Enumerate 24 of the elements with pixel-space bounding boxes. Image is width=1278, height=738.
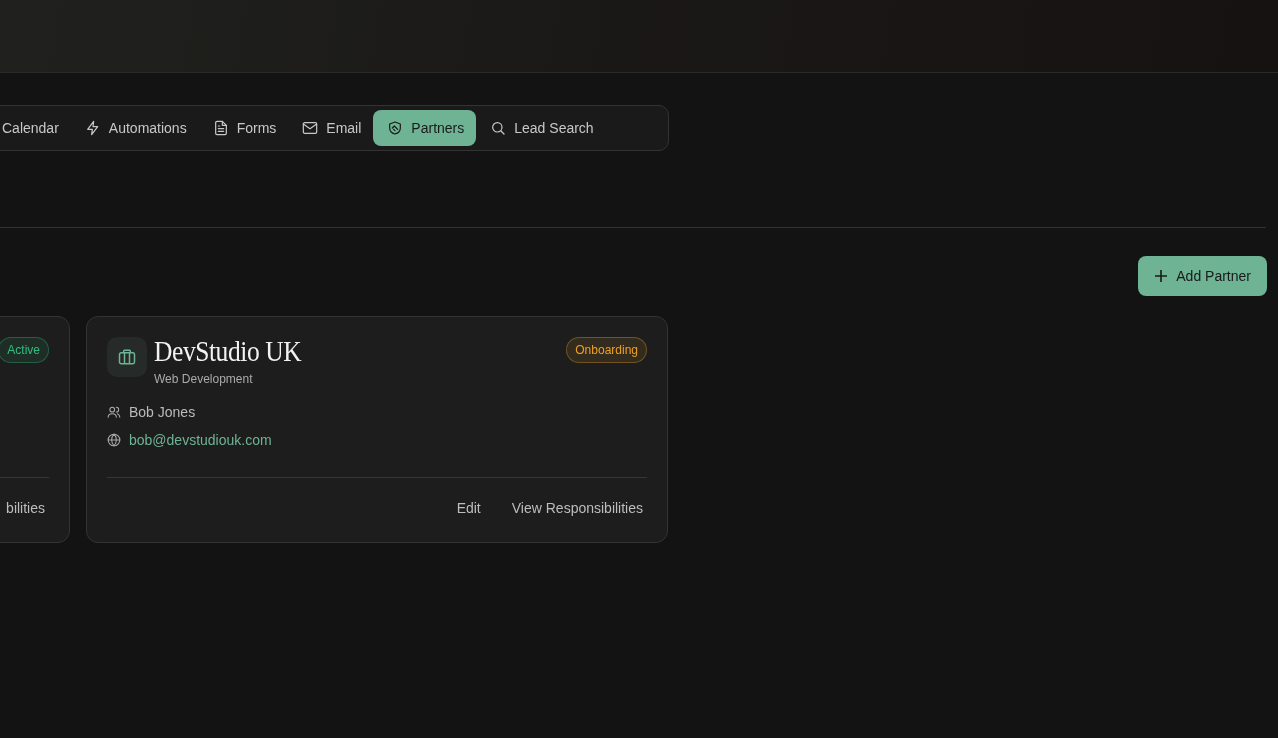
partner-name: DevStudio UK [154, 337, 302, 366]
tab[interactable]: Email [288, 110, 374, 146]
status-badge: Onboarding [566, 337, 647, 363]
briefcase-icon [107, 337, 147, 377]
plus-icon [1154, 269, 1169, 283]
tab[interactable]: Partners [373, 110, 477, 146]
tab[interactable]: Lead Search [476, 110, 606, 146]
tab[interactable]: Calendar [0, 110, 71, 146]
partner-category: Web Development [154, 370, 254, 388]
envelope-icon [302, 120, 319, 136]
lightning-icon [84, 120, 101, 136]
globe-icon [107, 433, 121, 447]
document-icon [212, 120, 229, 136]
tab[interactable]: Forms [198, 110, 289, 146]
people-icon [107, 405, 121, 419]
search-icon [490, 120, 507, 136]
contact-name: Bob Jones [129, 402, 196, 422]
edit-button[interactable]: Edit [444, 492, 493, 525]
view-responsibilities-button[interactable]: View Responsibilities [499, 492, 655, 525]
add-partner-button[interactable]: Add Partner [1138, 256, 1267, 296]
status-badge: Active [0, 337, 49, 363]
tab[interactable]: Automations [70, 110, 199, 146]
view-responsibilities-button[interactable]: bilities [0, 492, 57, 525]
email-link[interactable]: bob@devstudiouk.com [129, 429, 272, 451]
